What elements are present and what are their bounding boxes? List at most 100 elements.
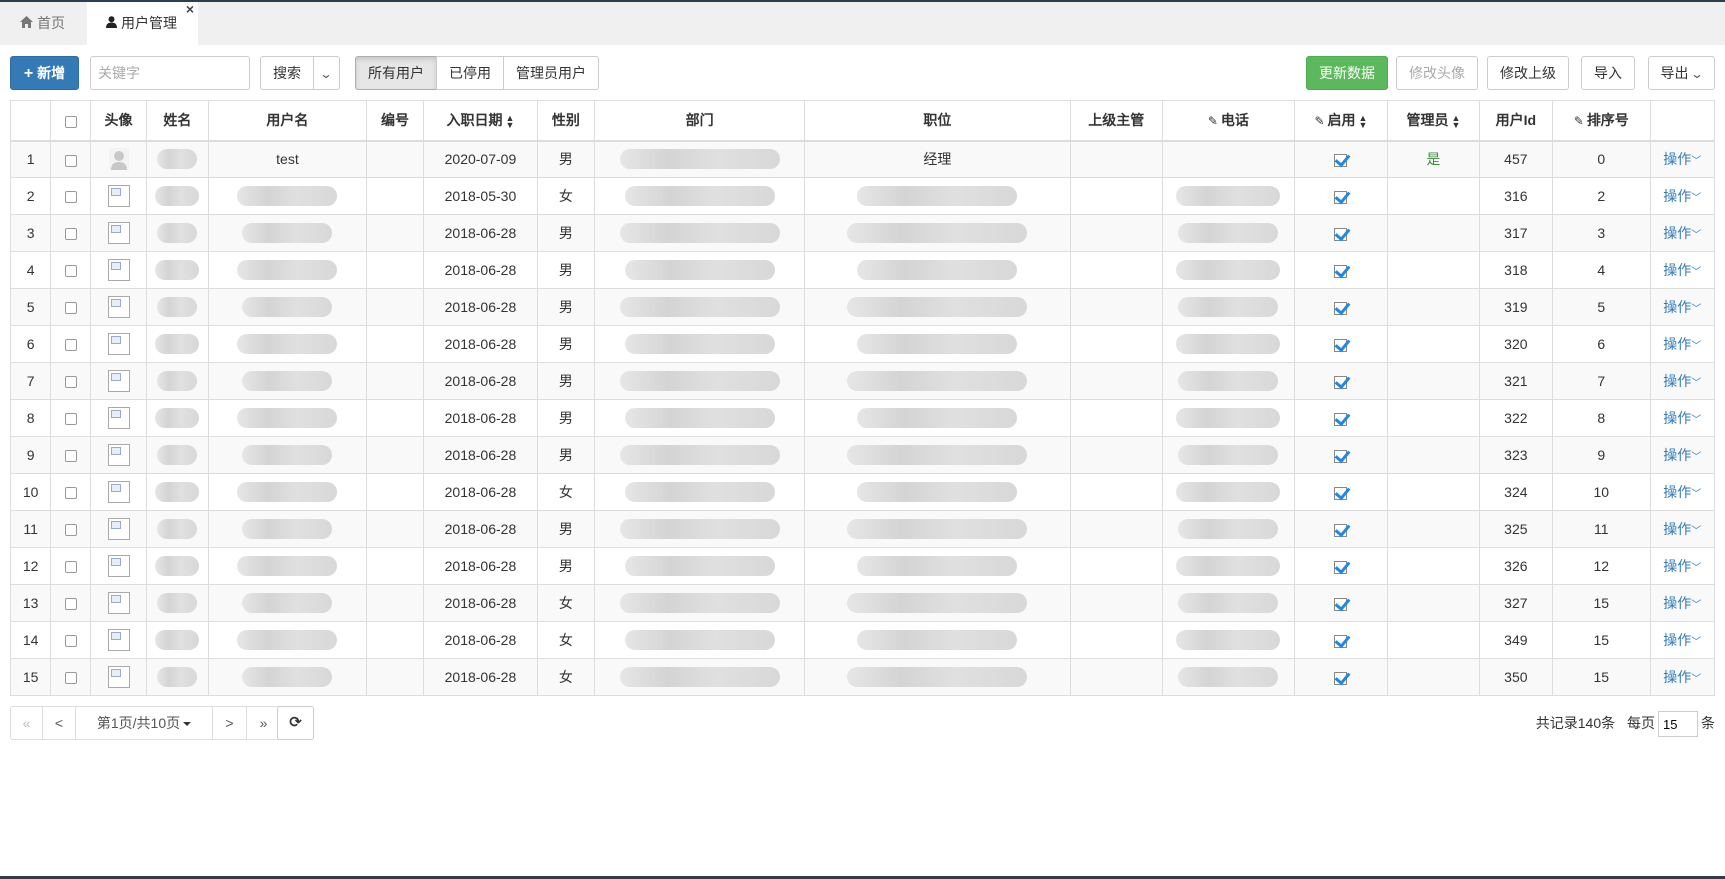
table-row[interactable]: 11 2018-06-28 男 325 11 操作﹀	[9, 510, 1716, 548]
sort-order-cell[interactable]: 5	[1552, 288, 1651, 326]
actions-cell[interactable]: 操作﹀	[1649, 288, 1716, 326]
actions-cell[interactable]: 操作﹀	[1649, 658, 1716, 696]
sort-order-cell[interactable]: 2	[1552, 177, 1651, 215]
actions-cell[interactable]: 操作﹀	[1649, 177, 1716, 215]
actions-cell[interactable]: 操作﹀	[1649, 362, 1716, 400]
header-admin[interactable]: 管理员 ▲ ▼	[1387, 100, 1480, 142]
row-checkbox[interactable]	[50, 362, 92, 400]
actions-cell[interactable]: 操作﹀	[1649, 584, 1716, 622]
enabled-cell[interactable]	[1293, 436, 1389, 474]
actions-dropdown[interactable]: 操作﹀	[1663, 669, 1701, 685]
filter-all-users[interactable]: 所有用户	[355, 56, 437, 90]
enabled-checkbox[interactable]	[1334, 227, 1348, 241]
row-checkbox[interactable]	[50, 177, 92, 215]
table-row[interactable]: 5 2018-06-28 男 319 5 操作﹀	[9, 288, 1716, 326]
table-row[interactable]: 14 2018-06-28 女 349 15 操作﹀	[9, 621, 1716, 659]
export-button[interactable]: 导出 ⌄	[1648, 56, 1715, 90]
enabled-cell[interactable]	[1293, 140, 1389, 178]
avatar[interactable]	[90, 325, 147, 363]
row-checkbox[interactable]	[50, 214, 92, 252]
avatar[interactable]	[90, 473, 147, 511]
actions-dropdown[interactable]: 操作﹀	[1663, 521, 1701, 537]
phone-cell[interactable]	[1162, 547, 1295, 585]
enabled-cell[interactable]	[1293, 584, 1389, 622]
header-hire-date[interactable]: 入职日期 ▲ ▼	[423, 100, 538, 142]
phone-cell[interactable]	[1162, 436, 1295, 474]
avatar[interactable]	[90, 140, 147, 178]
search-options-dropdown[interactable]: ⌄	[313, 56, 340, 90]
table-row[interactable]: 15 2018-06-28 女 350 15 操作﹀	[9, 658, 1716, 696]
phone-cell[interactable]	[1162, 288, 1295, 326]
avatar[interactable]	[90, 510, 147, 548]
row-checkbox[interactable]	[50, 436, 92, 474]
search-button[interactable]: 搜索	[260, 56, 314, 90]
table-row[interactable]: 12 2018-06-28 男 326 12 操作﹀	[9, 547, 1716, 585]
phone-cell[interactable]	[1162, 621, 1295, 659]
actions-dropdown[interactable]: 操作﹀	[1663, 336, 1701, 352]
filter-disabled-users[interactable]: 已停用	[436, 56, 504, 90]
table-row[interactable]: 4 2018-06-28 男 318 4 操作﹀	[9, 251, 1716, 289]
refresh-data-button[interactable]: 更新数据	[1306, 56, 1388, 90]
next-page-button[interactable]: >	[212, 706, 247, 740]
close-tab-icon[interactable]: ×	[186, 0, 194, 31]
sort-order-cell[interactable]: 0	[1552, 140, 1651, 178]
phone-cell[interactable]	[1162, 251, 1295, 289]
enabled-checkbox[interactable]	[1334, 338, 1348, 352]
row-checkbox[interactable]	[50, 251, 92, 289]
enabled-checkbox[interactable]	[1334, 375, 1348, 389]
actions-dropdown[interactable]: 操作﹀	[1663, 262, 1701, 278]
enabled-cell[interactable]	[1293, 325, 1389, 363]
enabled-cell[interactable]	[1293, 177, 1389, 215]
avatar[interactable]	[90, 621, 147, 659]
actions-dropdown[interactable]: 操作﹀	[1663, 447, 1701, 463]
avatar[interactable]	[90, 436, 147, 474]
actions-dropdown[interactable]: 操作﹀	[1663, 188, 1701, 204]
select-all-checkbox[interactable]	[50, 100, 92, 142]
avatar[interactable]	[90, 399, 147, 437]
tab-home[interactable]: 首页	[0, 2, 87, 45]
actions-dropdown[interactable]: 操作﹀	[1663, 558, 1701, 574]
sort-order-cell[interactable]: 12	[1552, 547, 1651, 585]
add-button[interactable]: + 新增	[10, 56, 79, 90]
actions-dropdown[interactable]: 操作﹀	[1663, 632, 1701, 648]
enabled-cell[interactable]	[1293, 510, 1389, 548]
avatar[interactable]	[90, 584, 147, 622]
actions-cell[interactable]: 操作﹀	[1649, 436, 1716, 474]
phone-cell[interactable]	[1162, 177, 1295, 215]
enabled-checkbox[interactable]	[1334, 671, 1348, 685]
enabled-cell[interactable]	[1293, 214, 1389, 252]
table-row[interactable]: 3 2018-06-28 男 317 3 操作﹀	[9, 214, 1716, 252]
actions-cell[interactable]: 操作﹀	[1649, 140, 1716, 178]
refresh-button[interactable]: ⟳	[277, 706, 314, 740]
tab-user-management[interactable]: 用户管理 ×	[87, 0, 198, 45]
sort-order-cell[interactable]: 11	[1552, 510, 1651, 548]
actions-dropdown[interactable]: 操作﹀	[1663, 151, 1701, 167]
actions-cell[interactable]: 操作﹀	[1649, 325, 1716, 363]
actions-cell[interactable]: 操作﹀	[1649, 621, 1716, 659]
avatar[interactable]	[90, 251, 147, 289]
change-avatar-button[interactable]: 修改头像	[1396, 56, 1478, 90]
row-checkbox[interactable]	[50, 658, 92, 696]
phone-cell[interactable]	[1162, 658, 1295, 696]
first-page-button[interactable]: «	[10, 706, 43, 740]
phone-cell[interactable]	[1162, 362, 1295, 400]
sort-order-cell[interactable]: 15	[1552, 658, 1651, 696]
enabled-cell[interactable]	[1293, 658, 1389, 696]
phone-cell[interactable]	[1162, 140, 1295, 178]
actions-dropdown[interactable]: 操作﹀	[1663, 225, 1701, 241]
row-checkbox[interactable]	[50, 510, 92, 548]
row-checkbox[interactable]	[50, 325, 92, 363]
row-checkbox[interactable]	[50, 140, 92, 178]
sort-order-cell[interactable]: 6	[1552, 325, 1651, 363]
sort-order-cell[interactable]: 9	[1552, 436, 1651, 474]
enabled-checkbox[interactable]	[1334, 412, 1348, 426]
row-checkbox[interactable]	[50, 473, 92, 511]
table-row[interactable]: 7 2018-06-28 男 321 7 操作﹀	[9, 362, 1716, 400]
row-checkbox[interactable]	[50, 288, 92, 326]
table-row[interactable]: 13 2018-06-28 女 327 15 操作﹀	[9, 584, 1716, 622]
enabled-checkbox[interactable]	[1334, 523, 1348, 537]
enabled-cell[interactable]	[1293, 399, 1389, 437]
table-row[interactable]: 8 2018-06-28 男 322 8 操作﹀	[9, 399, 1716, 437]
prev-page-button[interactable]: <	[42, 706, 76, 740]
sort-order-cell[interactable]: 7	[1552, 362, 1651, 400]
